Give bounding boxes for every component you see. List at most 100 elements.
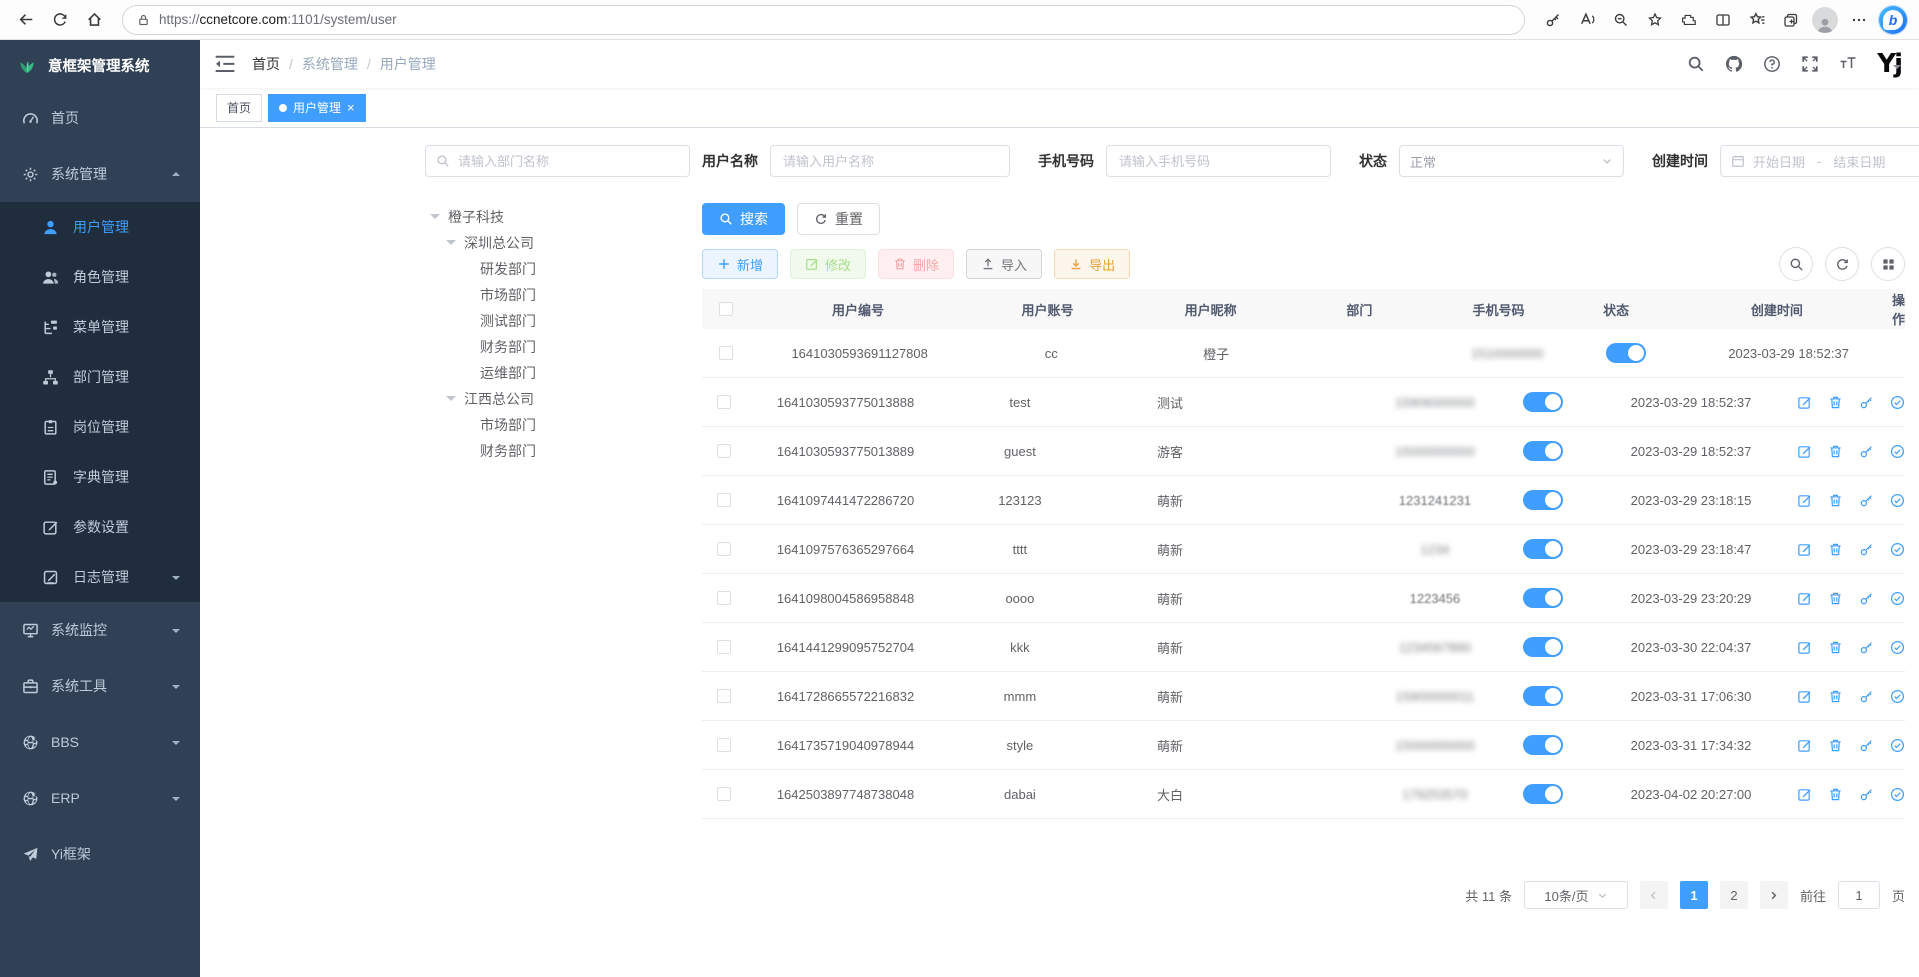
- breadcrumb-system[interactable]: 系统管理: [302, 54, 358, 74]
- tree-node[interactable]: 研发部门: [425, 256, 690, 282]
- row-edit-icon[interactable]: [1797, 395, 1812, 410]
- sidebar-item[interactable]: 角色管理: [0, 252, 200, 302]
- split-screen-icon[interactable]: [1707, 4, 1739, 36]
- help-icon[interactable]: [1763, 55, 1781, 73]
- status-toggle[interactable]: [1523, 588, 1563, 608]
- sidebar-item[interactable]: 岗位管理: [0, 402, 200, 452]
- row-reset-password-icon[interactable]: [1859, 395, 1874, 410]
- row-edit-icon[interactable]: [1797, 591, 1812, 606]
- date-range-picker[interactable]: 开始日期 - 结束日期: [1720, 145, 1919, 177]
- sidebar-item[interactable]: 系统管理: [0, 146, 200, 202]
- add-button[interactable]: 新增: [702, 249, 778, 279]
- browser-profile-avatar[interactable]: [1809, 4, 1841, 36]
- row-reset-password-icon[interactable]: [1859, 444, 1874, 459]
- page-button-1[interactable]: 1: [1680, 881, 1708, 909]
- saved-passwords-icon[interactable]: [1537, 4, 1569, 36]
- status-toggle[interactable]: [1523, 392, 1563, 412]
- status-toggle[interactable]: [1606, 343, 1646, 363]
- row-assign-role-icon[interactable]: [1890, 395, 1905, 410]
- next-page-button[interactable]: [1760, 881, 1788, 909]
- tree-node[interactable]: 财务部门: [425, 334, 690, 360]
- row-checkbox[interactable]: [717, 640, 731, 654]
- row-delete-icon[interactable]: [1828, 542, 1843, 557]
- sidebar-item[interactable]: ERP: [0, 770, 200, 826]
- sidebar-item[interactable]: 字典管理: [0, 452, 200, 502]
- username-input[interactable]: [770, 145, 1010, 177]
- header-search-icon[interactable]: [1687, 55, 1705, 73]
- browser-menu-icon[interactable]: [1843, 4, 1875, 36]
- tree-node[interactable]: 江西总公司: [425, 386, 690, 412]
- row-edit-icon[interactable]: [1797, 787, 1812, 802]
- sidebar-item[interactable]: 系统监控: [0, 602, 200, 658]
- tree-expand-icon[interactable]: [446, 240, 456, 250]
- row-assign-role-icon[interactable]: [1890, 542, 1905, 557]
- row-edit-icon[interactable]: [1797, 542, 1812, 557]
- address-bar[interactable]: https://ccnetcore.com:1101/system/user: [122, 5, 1525, 35]
- row-reset-password-icon[interactable]: [1859, 689, 1874, 704]
- row-assign-role-icon[interactable]: [1890, 493, 1905, 508]
- row-delete-icon[interactable]: [1828, 493, 1843, 508]
- row-checkbox[interactable]: [717, 591, 731, 605]
- tree-node[interactable]: 橙子科技: [425, 204, 690, 230]
- status-select[interactable]: 正常: [1399, 145, 1624, 177]
- sidebar-item[interactable]: 首页: [0, 90, 200, 146]
- fullscreen-icon[interactable]: [1801, 55, 1819, 73]
- row-assign-role-icon[interactable]: [1890, 787, 1905, 802]
- row-reset-password-icon[interactable]: [1859, 493, 1874, 508]
- read-aloud-icon[interactable]: [1571, 4, 1603, 36]
- status-toggle[interactable]: [1523, 441, 1563, 461]
- search-button[interactable]: 搜索: [702, 203, 785, 235]
- user-avatar-logo[interactable]: Yj: [1877, 51, 1901, 77]
- status-toggle[interactable]: [1523, 686, 1563, 706]
- tree-expand-icon[interactable]: [446, 396, 456, 406]
- row-checkbox[interactable]: [717, 689, 731, 703]
- sidebar-item[interactable]: 用户管理: [0, 202, 200, 252]
- column-settings-button[interactable]: [1871, 247, 1905, 281]
- row-delete-icon[interactable]: [1828, 787, 1843, 802]
- row-delete-icon[interactable]: [1828, 738, 1843, 753]
- browser-refresh-button[interactable]: [44, 4, 76, 36]
- row-reset-password-icon[interactable]: [1859, 738, 1874, 753]
- row-assign-role-icon[interactable]: [1890, 640, 1905, 655]
- sidebar-item[interactable]: Yi框架: [0, 826, 200, 882]
- extensions-icon[interactable]: [1673, 4, 1705, 36]
- tab-home[interactable]: 首页: [216, 94, 262, 122]
- sidebar-item[interactable]: BBS: [0, 714, 200, 770]
- show-search-toggle-button[interactable]: [1779, 247, 1813, 281]
- row-assign-role-icon[interactable]: [1890, 738, 1905, 753]
- row-checkbox[interactable]: [717, 444, 731, 458]
- sidebar-item[interactable]: 系统工具: [0, 658, 200, 714]
- select-all-checkbox[interactable]: [719, 302, 733, 316]
- row-delete-icon[interactable]: [1828, 689, 1843, 704]
- browser-back-button[interactable]: [10, 4, 42, 36]
- department-search-input[interactable]: [458, 154, 679, 169]
- row-delete-icon[interactable]: [1828, 640, 1843, 655]
- row-delete-icon[interactable]: [1828, 444, 1843, 459]
- zoom-out-icon[interactable]: [1605, 4, 1637, 36]
- tree-node[interactable]: 财务部门: [425, 438, 690, 464]
- row-checkbox[interactable]: [717, 542, 731, 556]
- tree-node[interactable]: 市场部门: [425, 282, 690, 308]
- status-toggle[interactable]: [1523, 637, 1563, 657]
- row-reset-password-icon[interactable]: [1859, 591, 1874, 606]
- row-edit-icon[interactable]: [1797, 640, 1812, 655]
- page-button-2[interactable]: 2: [1720, 881, 1748, 909]
- row-reset-password-icon[interactable]: [1859, 542, 1874, 557]
- collapse-sidebar-icon[interactable]: [214, 54, 236, 74]
- row-edit-icon[interactable]: [1797, 738, 1812, 753]
- export-button[interactable]: 导出: [1054, 249, 1130, 279]
- status-toggle[interactable]: [1523, 539, 1563, 559]
- goto-page-input[interactable]: [1838, 881, 1880, 909]
- row-checkbox[interactable]: [717, 787, 731, 801]
- tree-node[interactable]: 深圳总公司: [425, 230, 690, 256]
- status-toggle[interactable]: [1523, 735, 1563, 755]
- status-toggle[interactable]: [1523, 784, 1563, 804]
- row-assign-role-icon[interactable]: [1890, 444, 1905, 459]
- collections-icon[interactable]: [1775, 4, 1807, 36]
- page-size-select[interactable]: 10条/页: [1524, 881, 1628, 909]
- row-edit-icon[interactable]: [1797, 493, 1812, 508]
- row-checkbox[interactable]: [717, 395, 731, 409]
- row-edit-icon[interactable]: [1797, 689, 1812, 704]
- tab-user-management[interactable]: 用户管理 ×: [268, 94, 366, 122]
- tree-expand-icon[interactable]: [430, 214, 440, 224]
